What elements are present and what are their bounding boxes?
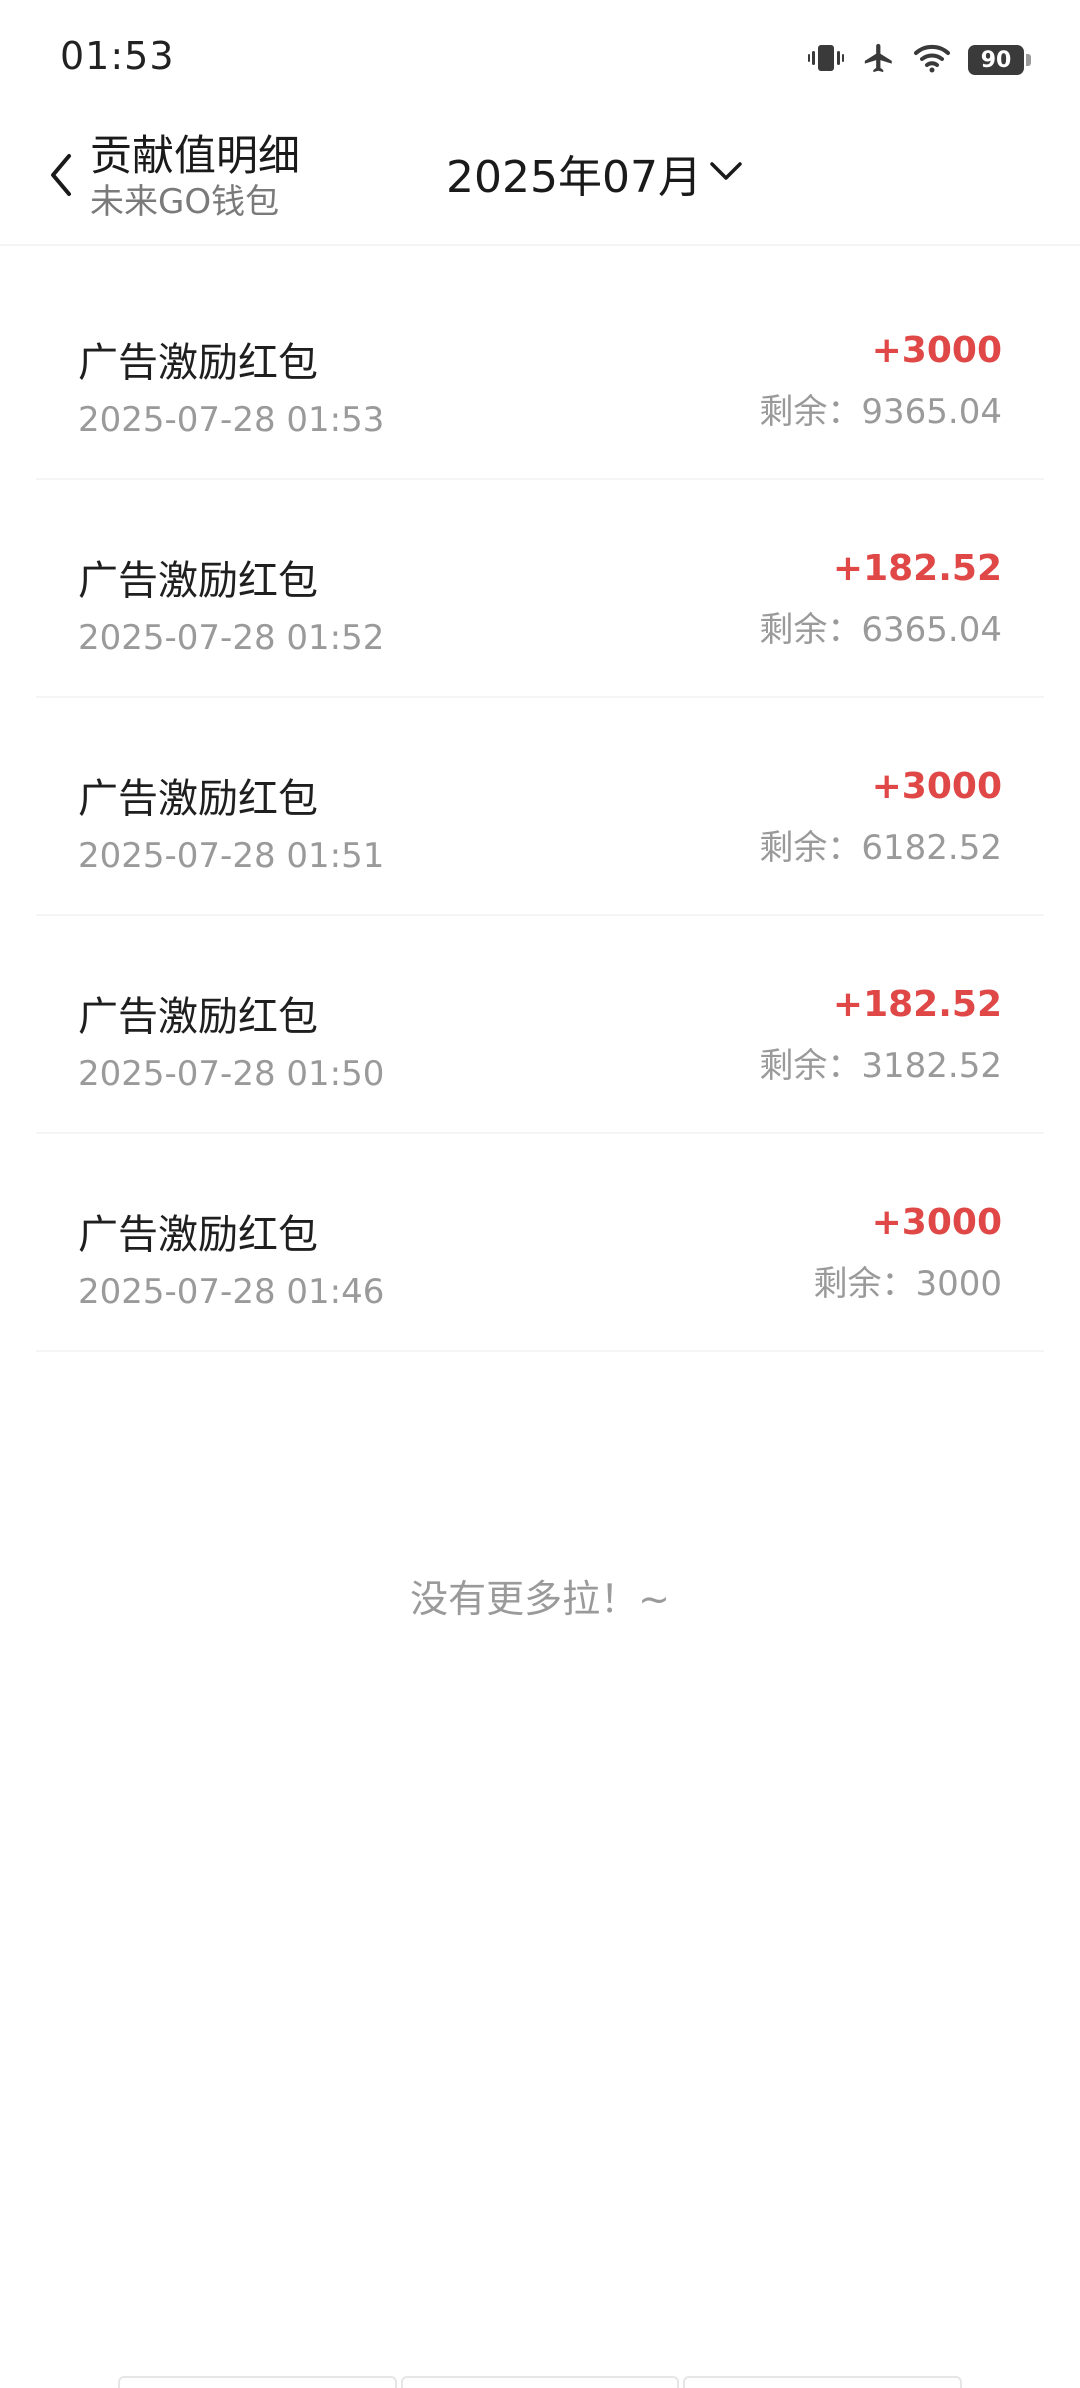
record-balance: 剩余：9365.04 (759, 392, 1002, 432)
record-balance: 剩余：3000 (813, 1264, 1002, 1304)
record-title: 广告激励红包 (78, 558, 318, 604)
status-icons: 90 (808, 38, 1031, 82)
status-bar: 01:53 90 (0, 0, 1080, 110)
record-time: 2025-07-28 01:46 (78, 1272, 385, 1312)
list-item[interactable]: 广告激励红包 2025-07-28 01:52 +182.52 剩余：6365.… (36, 480, 1044, 698)
record-title: 广告激励红包 (78, 1212, 318, 1258)
airplane-icon (862, 41, 896, 79)
bottom-bar-segment (683, 2376, 963, 2388)
record-time: 2025-07-28 01:53 (78, 400, 385, 440)
month-picker[interactable]: 2025年07月 (446, 140, 744, 206)
month-label: 2025年07月 (446, 152, 702, 203)
record-balance: 剩余：6182.52 (759, 828, 1002, 868)
record-amount: +3000 (871, 330, 1002, 371)
chevron-left-icon (47, 152, 75, 202)
status-time: 01:53 (60, 34, 175, 78)
record-balance: 剩余：3182.52 (759, 1046, 1002, 1086)
record-amount: +3000 (871, 766, 1002, 807)
page-subtitle: 未来GO钱包 (90, 182, 280, 222)
record-amount: +182.52 (832, 548, 1002, 589)
list-item[interactable]: 广告激励红包 2025-07-28 01:50 +182.52 剩余：3182.… (36, 916, 1044, 1134)
wifi-icon (914, 43, 950, 77)
record-list: 广告激励红包 2025-07-28 01:53 +3000 剩余：9365.04… (36, 262, 1044, 1352)
list-item[interactable]: 广告激励红包 2025-07-28 01:53 +3000 剩余：9365.04 (36, 262, 1044, 480)
record-title: 广告激励红包 (78, 994, 318, 1040)
header: 贡献值明细 未来GO钱包 2025年07月 (0, 110, 1080, 246)
record-balance: 剩余：6365.04 (759, 610, 1002, 650)
record-amount: +182.52 (832, 984, 1002, 1025)
record-time: 2025-07-28 01:52 (78, 618, 385, 658)
back-button[interactable] (36, 146, 86, 208)
list-item[interactable]: 广告激励红包 2025-07-28 01:46 +3000 剩余：3000 (36, 1134, 1044, 1352)
chevron-down-icon (708, 159, 744, 187)
record-time: 2025-07-28 01:50 (78, 1054, 385, 1094)
record-title: 广告激励红包 (78, 340, 318, 386)
list-item[interactable]: 广告激励红包 2025-07-28 01:51 +3000 剩余：6182.52 (36, 698, 1044, 916)
bottom-nav-bar (118, 2376, 963, 2388)
record-title: 广告激励红包 (78, 776, 318, 822)
battery-icon: 90 (968, 45, 1031, 75)
record-amount: +3000 (871, 1202, 1002, 1243)
no-more-text: 没有更多拉！~ (410, 1577, 670, 1621)
record-time: 2025-07-28 01:51 (78, 836, 385, 876)
vibrate-icon (808, 42, 844, 78)
bottom-bar-segment (118, 2376, 397, 2388)
battery-level: 90 (980, 47, 1012, 73)
bottom-bar-segment (400, 2376, 680, 2388)
